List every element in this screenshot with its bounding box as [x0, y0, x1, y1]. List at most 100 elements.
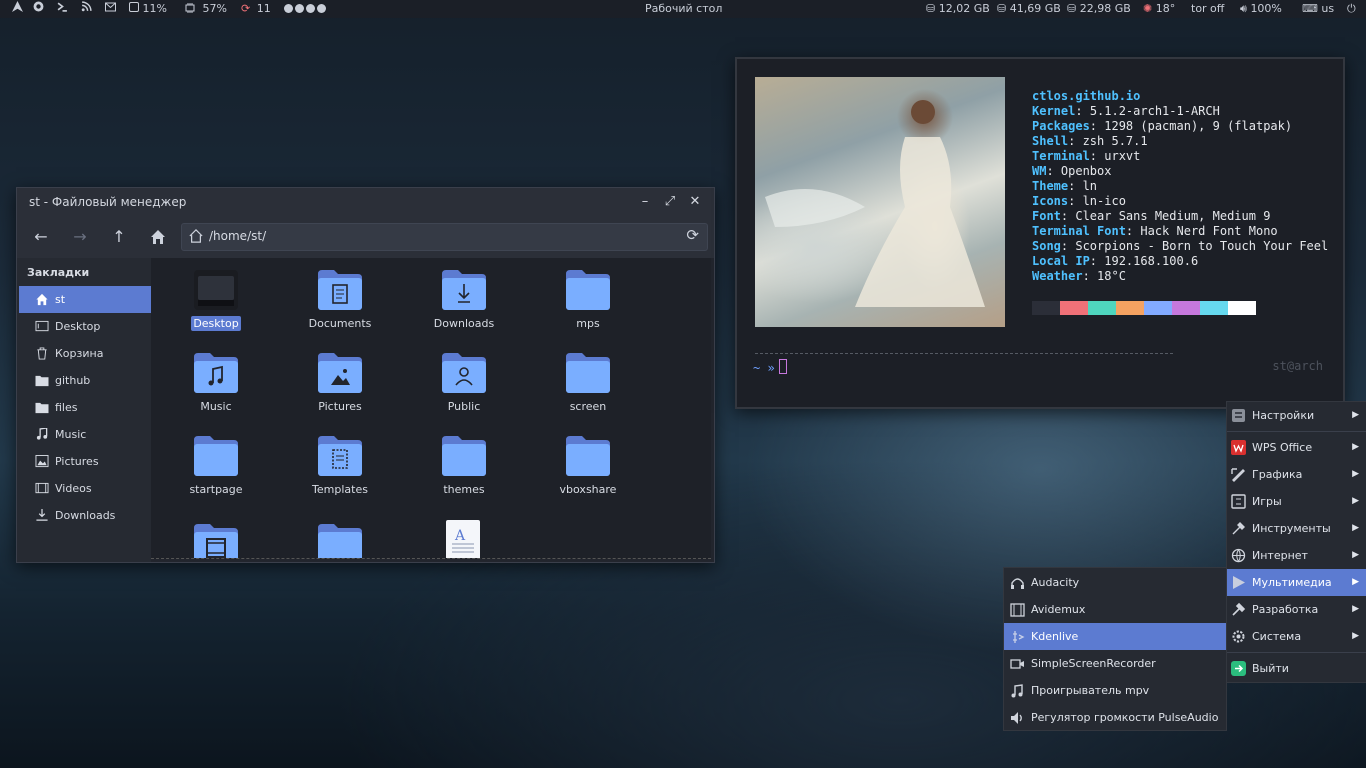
power-icon[interactable]: ⏻	[1347, 0, 1356, 18]
file-item-themes[interactable]: themes	[409, 426, 519, 506]
mail-icon[interactable]	[105, 0, 116, 18]
file-item-desktop[interactable]: Desktop	[161, 260, 271, 340]
updates-indicator[interactable]: ⟳ 11	[241, 0, 271, 18]
menu-item-internet[interactable]: Интернет ▶	[1227, 542, 1366, 569]
submenu-item-5[interactable]: Проигрыватель mpv	[1004, 677, 1226, 704]
menu-item-settings[interactable]: Настройки ▶	[1227, 402, 1366, 429]
path-bar[interactable]: /home/st/ ⟳	[181, 223, 708, 251]
file-item-videos[interactable]	[161, 514, 271, 558]
reload-icon[interactable]: ⟳	[686, 226, 699, 244]
home-button[interactable]	[147, 226, 169, 248]
exit-icon	[1231, 661, 1246, 676]
file-item-public[interactable]: Public	[409, 343, 519, 423]
sidebar-item-label: Videos	[55, 482, 92, 495]
menu-item-system[interactable]: Система ▶	[1227, 623, 1366, 650]
close-button[interactable]: ✕	[687, 194, 703, 210]
file-item-screen[interactable]: screen	[533, 343, 643, 423]
file-item-folder[interactable]	[285, 514, 395, 558]
submenu-arrow-icon: ▶	[1352, 442, 1359, 452]
submenu-item-3[interactable]: Kdenlive	[1004, 623, 1226, 650]
neofetch-key: Icons	[1032, 194, 1069, 208]
sidebar-item-github[interactable]: github	[19, 367, 151, 394]
film-icon	[1010, 603, 1025, 617]
next-icon[interactable]	[317, 4, 326, 13]
file-item-label: mps	[576, 317, 600, 330]
tor-status[interactable]: tor off	[1191, 0, 1224, 18]
shell-prompt[interactable]: ~ »	[753, 359, 787, 375]
file-item-mps[interactable]: mps	[533, 260, 643, 340]
home-icon	[36, 293, 48, 306]
memory-indicator: 57%	[185, 0, 227, 18]
submenu-item-6[interactable]: Регулятор громкости PulseAudio	[1004, 704, 1226, 731]
menu-item-label: Интернет	[1252, 549, 1308, 562]
play-icon[interactable]	[295, 4, 304, 13]
submenu-item-label: Kdenlive	[1031, 630, 1079, 643]
sidebar-item-st[interactable]: st	[19, 286, 151, 313]
volume-icon: 🔊︎	[1240, 2, 1251, 15]
menu-item-games[interactable]: Игры ▶	[1227, 488, 1366, 515]
terminal-icon[interactable]	[57, 0, 68, 18]
submenu-arrow-icon: ▶	[1352, 410, 1359, 420]
disk-icon: ⛁	[1067, 2, 1080, 15]
refresh-icon: ⟳	[241, 2, 251, 15]
trash-icon	[37, 347, 47, 360]
file-item-startpage[interactable]: startpage	[161, 426, 271, 506]
menu-item-exit[interactable]: Выйти	[1227, 655, 1366, 682]
menu-item-graphics[interactable]: Графика ▶	[1227, 461, 1366, 488]
menu-item-multimedia[interactable]: Мультимедиа ▶	[1227, 569, 1366, 596]
sidebar-item-корзина[interactable]: Корзина	[19, 340, 151, 367]
file-item-downloads[interactable]: Downloads	[409, 260, 519, 340]
volume-indicator[interactable]: 🔊︎ 100%	[1240, 0, 1282, 18]
rss-icon[interactable]	[81, 0, 92, 18]
web-browser-icon[interactable]	[33, 0, 44, 18]
stop-icon[interactable]	[306, 4, 315, 13]
sidebar-item-downloads[interactable]: Downloads	[19, 502, 151, 529]
file-item-templates[interactable]: Templates	[285, 426, 395, 506]
file-item-document[interactable]: A	[409, 514, 519, 558]
system-icon	[1232, 630, 1245, 643]
neofetch-value: Openbox	[1060, 164, 1112, 178]
neofetch-line: Font: Clear Sans Medium, Medium 9	[1032, 209, 1271, 223]
menu-item-tools[interactable]: Инструменты ▶	[1227, 515, 1366, 542]
sidebar-item-videos[interactable]: Videos	[19, 475, 151, 502]
neofetch-line: Packages: 1298 (pacman), 9 (flatpak)	[1032, 119, 1293, 133]
up-button[interactable]: ↑	[108, 226, 130, 248]
maximize-button[interactable]: ⤢	[662, 194, 678, 210]
previous-icon[interactable]	[284, 4, 293, 13]
submenu-item-label: Audacity	[1031, 576, 1080, 589]
file-manager-titlebar[interactable]: st - Файловый менеджер – ⤢ ✕	[17, 188, 714, 216]
file-manager-toolbar: ← → ↑ /home/st/ ⟳	[17, 216, 714, 258]
sidebar-item-desktop[interactable]: Desktop	[19, 313, 151, 340]
downloads-folder-icon	[442, 270, 486, 310]
media-controls	[284, 0, 328, 18]
submenu-item-1[interactable]: Audacity	[1004, 569, 1226, 596]
sidebar-item-label: files	[55, 401, 78, 414]
menu-item-wps-office[interactable]: WPS Office ▶	[1227, 434, 1366, 461]
submenu-item-2[interactable]: Avidemux	[1004, 596, 1226, 623]
arch-icon[interactable]	[12, 0, 23, 18]
menu-item-development[interactable]: Разработка ▶	[1227, 596, 1366, 623]
back-button[interactable]: ←	[30, 226, 52, 248]
file-item-pictures[interactable]: Pictures	[285, 343, 395, 423]
neofetch-line: Kernel: 5.1.2-arch1-1-ARCH	[1032, 104, 1220, 118]
painting-woman-by-sea	[765, 100, 985, 307]
sidebar-header: Закладки	[27, 266, 90, 279]
neofetch-key: Shell	[1032, 134, 1069, 148]
submenu-item-4[interactable]: SimpleScreenRecorder	[1004, 650, 1226, 677]
forward-button[interactable]: →	[69, 226, 91, 248]
file-item-music[interactable]: Music	[161, 343, 271, 423]
neofetch-line: Weather: 18°C	[1032, 269, 1126, 283]
file-item-vboxshare[interactable]: vboxshare	[533, 426, 643, 506]
keyboard-layout[interactable]: ⌨ us	[1302, 0, 1334, 18]
sidebar-item-music[interactable]: Music	[19, 421, 151, 448]
sidebar-item-label: Desktop	[55, 320, 101, 333]
menu-item-label: Мультимедиа	[1252, 576, 1332, 589]
terminal-window[interactable]: ctlos.github.io Kernel: 5.1.2-arch1-1-AR…	[735, 57, 1345, 409]
color-palette	[1032, 301, 1256, 315]
sidebar-item-pictures[interactable]: Pictures	[19, 448, 151, 475]
menu-item-label: Разработка	[1252, 603, 1319, 616]
file-item-documents[interactable]: Documents	[285, 260, 395, 340]
sidebar-item-files[interactable]: files	[19, 394, 151, 421]
minimize-button[interactable]: –	[637, 194, 653, 210]
cpu-value: 11%	[142, 2, 167, 15]
